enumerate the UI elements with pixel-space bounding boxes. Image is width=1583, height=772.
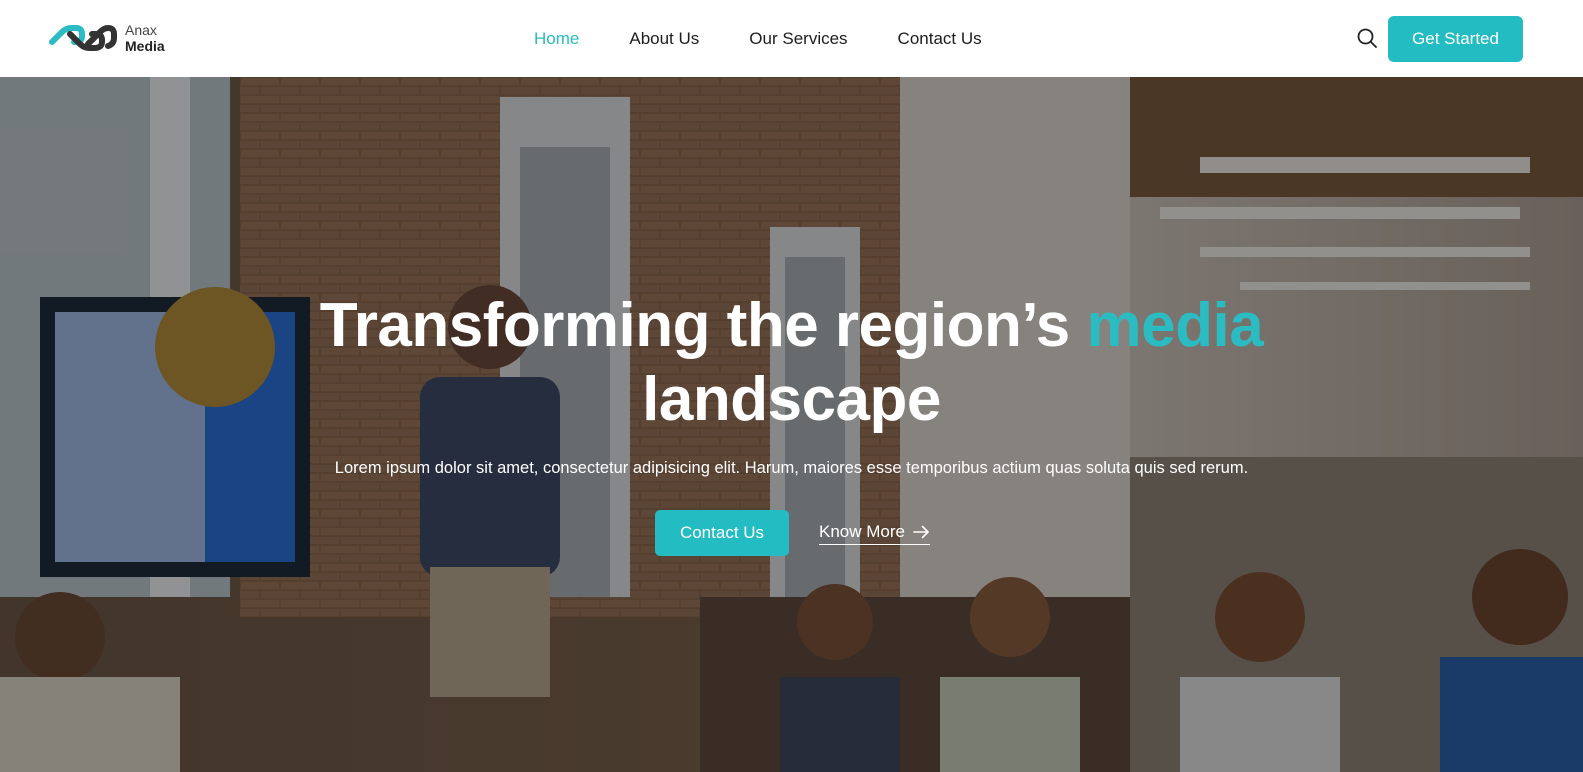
contact-us-button[interactable]: Contact Us [655,510,789,556]
search-icon [1357,28,1377,48]
nav-item-home[interactable]: Home [534,29,579,49]
hero-title-part2: landscape [642,365,941,434]
brand-logo[interactable]: Anax Media [46,22,165,54]
know-more-link[interactable]: Know More [819,521,930,545]
hero-title-part1: Transforming the region’s [319,291,1087,360]
arrow-right-icon [913,525,929,538]
hero-actions: Contact Us Know More [0,510,1583,556]
get-started-button[interactable]: Get Started [1388,16,1523,62]
infinity-link-icon [49,24,117,51]
hero-title: Transforming the region’s media landscap… [0,289,1583,437]
brand-name: Anax Media [125,22,165,54]
hero-content: Transforming the region’s media landscap… [0,77,1583,772]
main-nav: Home About Us Our Services Contact Us [534,0,1032,77]
brand-name-line1: Anax [125,22,157,38]
brand-name-line2: Media [125,38,165,54]
nav-item-about-us[interactable]: About Us [629,29,699,49]
nav-item-contact-us[interactable]: Contact Us [898,29,982,49]
hero-subtitle: Lorem ipsum dolor sit amet, consectetur … [334,459,1249,477]
search-button[interactable] [1356,27,1380,51]
hero-section: Transforming the region’s media landscap… [0,77,1583,772]
site-header: Anax Media Home About Us Our Services Co… [0,0,1583,77]
know-more-label: Know More [819,521,905,541]
nav-item-our-services[interactable]: Our Services [749,29,847,49]
hero-title-accent: media [1086,291,1264,360]
